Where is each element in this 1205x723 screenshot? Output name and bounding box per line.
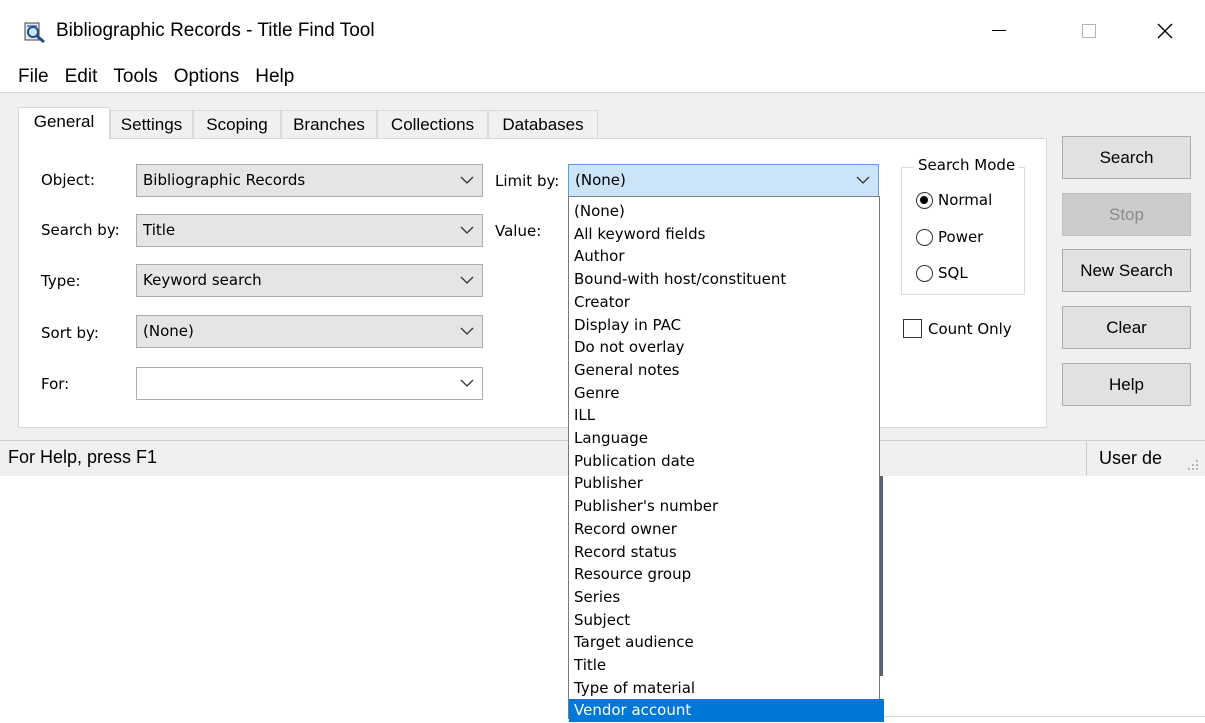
menu-help[interactable]: Help <box>239 62 294 92</box>
limitby-option[interactable]: Author <box>573 245 876 268</box>
limitby-option[interactable]: Resource group <box>573 563 876 586</box>
type-select[interactable]: Keyword search <box>136 264 483 297</box>
for-input[interactable] <box>136 367 483 400</box>
searchby-select[interactable]: Title <box>136 214 483 247</box>
object-label: Object: <box>41 171 95 189</box>
limitby-select[interactable]: (None) <box>568 164 879 197</box>
maximize-button[interactable] <box>1066 0 1112 62</box>
limitby-option[interactable]: Record owner <box>573 518 876 541</box>
tab-branches[interactable]: Branches <box>281 110 377 138</box>
tab-general[interactable]: General <box>18 107 110 140</box>
limitby-option[interactable]: Subject <box>573 609 876 632</box>
value-label: Value: <box>495 222 542 240</box>
limitby-option[interactable]: Vendor account <box>569 699 884 723</box>
chevron-down-icon <box>460 276 474 284</box>
limitby-option[interactable]: All keyword fields <box>573 223 876 246</box>
menu-file[interactable]: File <box>0 62 49 92</box>
status-help-text: For Help, press F1 <box>8 447 158 467</box>
maximize-icon <box>1082 24 1096 38</box>
tab-settings[interactable]: Settings <box>110 110 193 138</box>
close-icon <box>1157 23 1173 39</box>
tab-databases[interactable]: Databases <box>488 110 598 138</box>
tab-scoping[interactable]: Scoping <box>193 110 281 138</box>
radio-power-label: Power <box>938 228 984 246</box>
chevron-down-icon <box>460 327 474 335</box>
stop-button[interactable]: Stop <box>1062 193 1191 236</box>
menu-separator <box>0 92 1205 93</box>
limitby-option[interactable]: Type of material <box>573 677 876 700</box>
limitby-option[interactable]: Creator <box>573 291 876 314</box>
radio-normal-label: Normal <box>938 191 993 209</box>
limitby-label: Limit by: <box>495 172 560 190</box>
limitby-option[interactable]: Language <box>573 427 876 450</box>
search-magnifier-icon <box>24 21 46 44</box>
search-button[interactable]: Search <box>1062 136 1191 179</box>
chevron-down-icon <box>460 226 474 234</box>
new-search-button[interactable]: New Search <box>1062 249 1191 292</box>
limitby-option[interactable]: Publisher <box>573 472 876 495</box>
chevron-down-icon <box>460 176 474 184</box>
chevron-down-icon <box>460 379 474 387</box>
resize-grip-icon[interactable] <box>1182 456 1200 472</box>
searchby-label: Search by: <box>41 221 120 239</box>
limitby-option[interactable]: Display in PAC <box>573 314 876 337</box>
count-only-label: Count Only <box>928 320 1012 338</box>
menu-tools[interactable]: Tools <box>97 62 157 92</box>
window-title: Bibliographic Records - Title Find Tool <box>56 20 375 41</box>
limitby-option[interactable]: Do not overlay <box>573 336 876 359</box>
radio-power[interactable]: Power <box>916 228 1016 248</box>
menu-bar: File Edit Tools Options Help <box>0 62 1205 92</box>
limitby-option[interactable]: ILL <box>573 404 876 427</box>
limitby-select-value: (None) <box>575 171 626 189</box>
minimize-icon <box>992 30 1006 31</box>
search-mode-legend: Search Mode <box>914 156 1020 174</box>
tab-collections[interactable]: Collections <box>377 110 488 138</box>
chevron-down-icon <box>856 176 870 184</box>
limitby-option[interactable]: Publication date <box>573 450 876 473</box>
limitby-option[interactable]: Record status <box>573 541 876 564</box>
radio-normal-indicator <box>916 192 933 209</box>
for-label: For: <box>41 375 70 393</box>
limitby-option[interactable]: Bound-with host/constituent <box>573 268 876 291</box>
clear-button[interactable]: Clear <box>1062 306 1191 349</box>
radio-sql[interactable]: SQL <box>916 264 1016 284</box>
searchby-select-value: Title <box>143 221 176 239</box>
radio-power-indicator <box>916 229 933 246</box>
sortby-label: Sort by: <box>41 324 99 342</box>
limitby-option[interactable]: Publisher's number <box>573 495 876 518</box>
help-button[interactable]: Help <box>1062 363 1191 406</box>
object-select-value: Bibliographic Records <box>143 171 306 189</box>
minimize-button[interactable] <box>976 0 1022 62</box>
limitby-option[interactable]: Genre <box>573 382 876 405</box>
menu-edit[interactable]: Edit <box>49 62 98 92</box>
limitby-option[interactable]: (None) <box>573 200 876 223</box>
sortby-select-value: (None) <box>143 322 194 340</box>
limitby-option[interactable]: Series <box>573 586 876 609</box>
limitby-option[interactable]: Target audience <box>573 631 876 654</box>
close-button[interactable] <box>1142 0 1188 62</box>
type-label: Type: <box>41 272 81 290</box>
type-select-value: Keyword search <box>143 271 262 289</box>
radio-normal[interactable]: Normal <box>916 191 1016 211</box>
status-user-text: User de <box>1099 448 1163 468</box>
limitby-option[interactable]: Title <box>573 654 876 677</box>
limitby-dropdown-list[interactable]: (None) All keyword fields Author Bound-with… <box>568 196 884 723</box>
menu-options[interactable]: Options <box>158 62 239 92</box>
object-select[interactable]: Bibliographic Records <box>136 164 483 197</box>
count-only-checkbox[interactable] <box>903 319 922 338</box>
radio-sql-label: SQL <box>938 264 968 282</box>
background-divider <box>880 716 1205 717</box>
radio-sql-indicator <box>916 265 933 282</box>
limitby-option[interactable]: General notes <box>573 359 876 382</box>
sortby-select[interactable]: (None) <box>136 315 483 348</box>
